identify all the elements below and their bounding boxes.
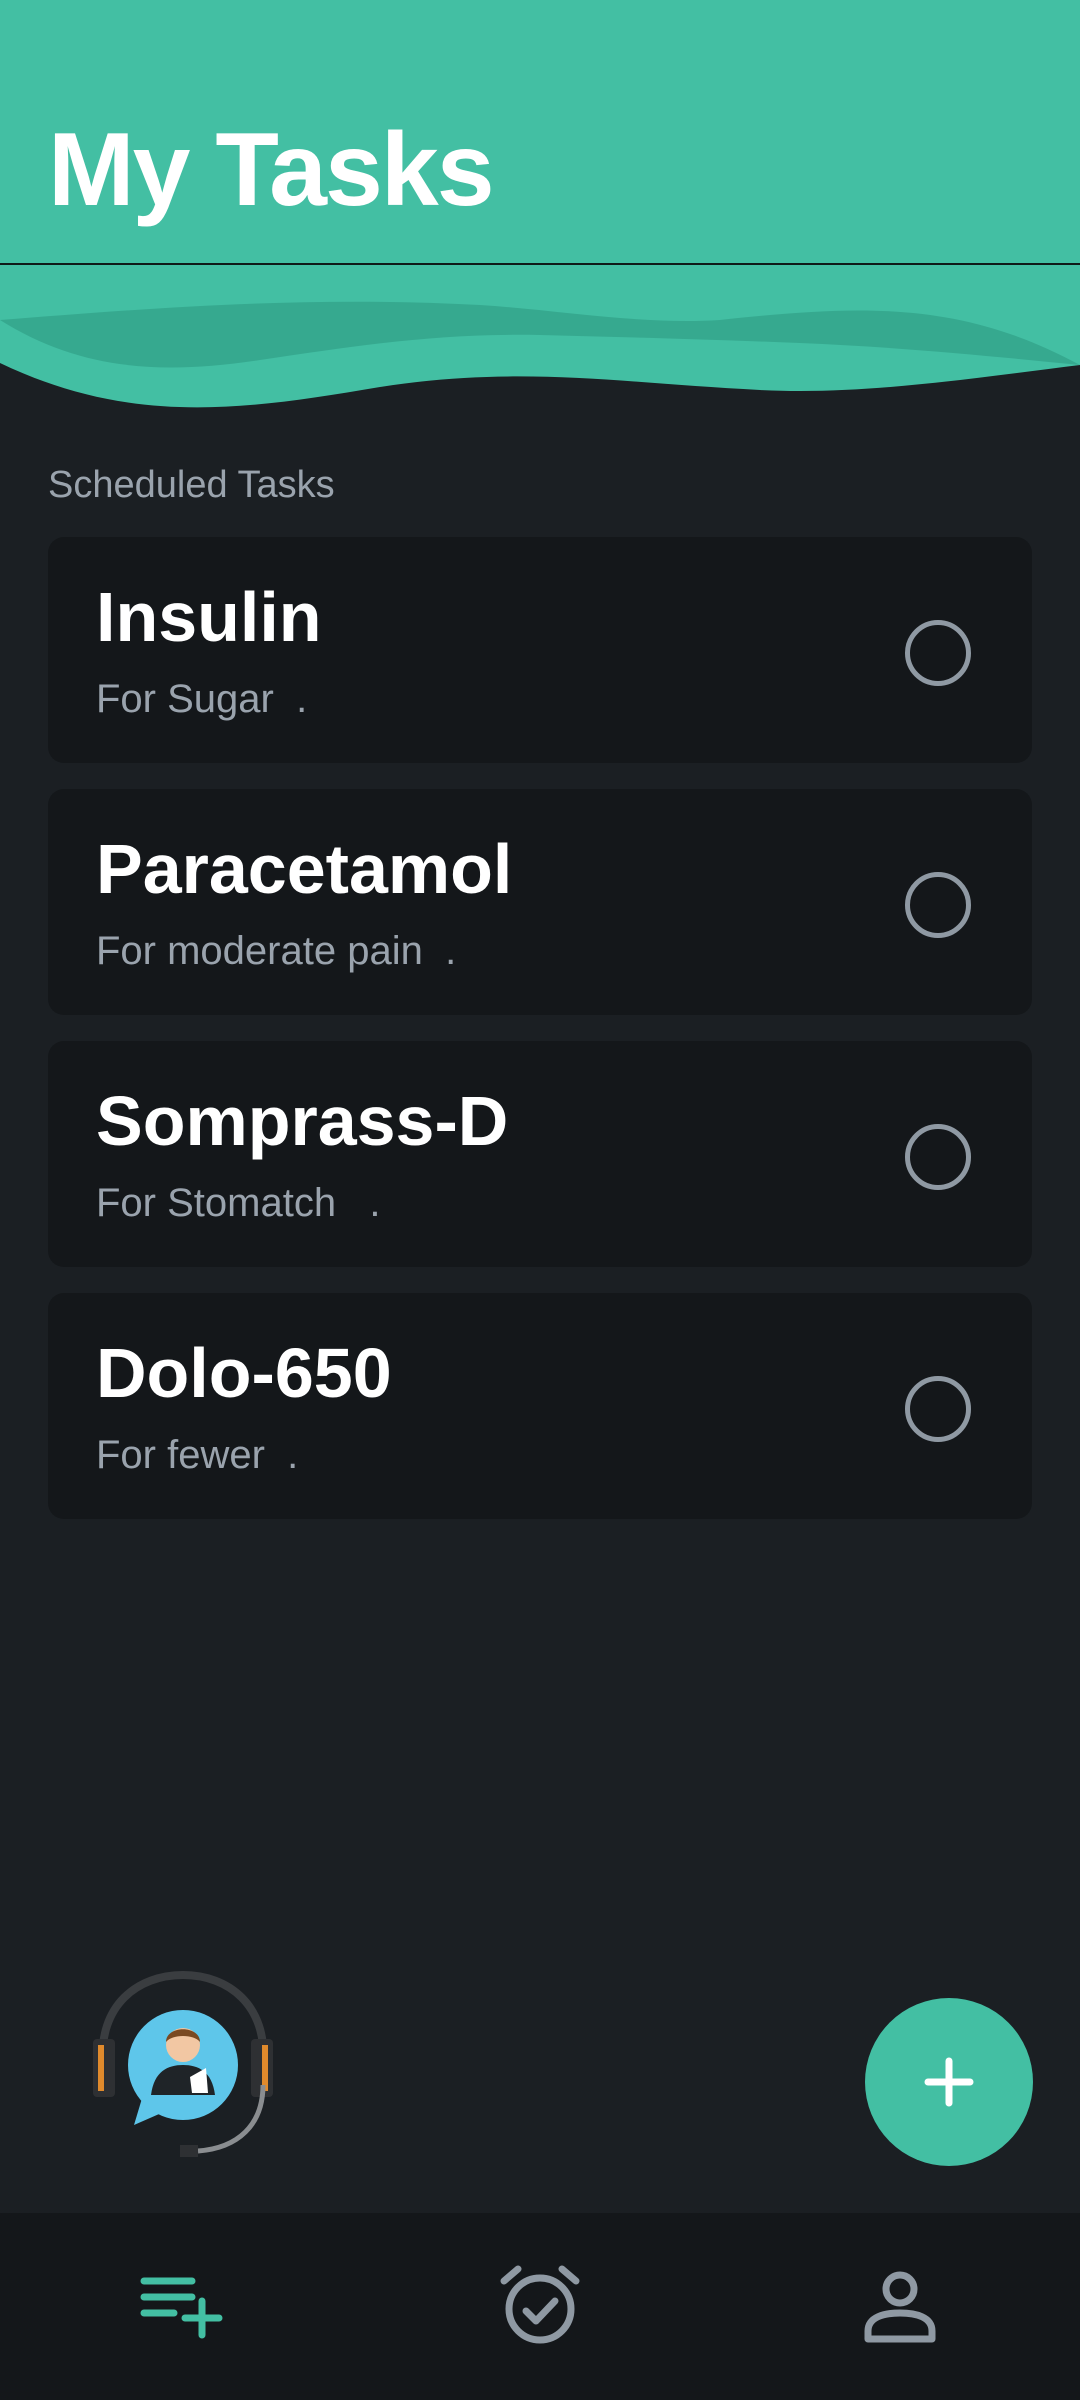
task-card[interactable]: Somprass-D For Stomatch . xyxy=(48,1041,1032,1267)
page-title: My Tasks xyxy=(48,112,495,228)
task-checkbox[interactable] xyxy=(905,620,971,686)
plus-icon xyxy=(924,2057,974,2107)
nav-reminders[interactable] xyxy=(360,2213,720,2400)
task-card[interactable]: Insulin For Sugar . xyxy=(48,537,1032,763)
task-description: For fewer . xyxy=(96,1433,299,1477)
support-chat-icon[interactable] xyxy=(88,1965,278,2165)
task-name: Somprass-D xyxy=(96,1082,509,1160)
nav-profile[interactable] xyxy=(720,2213,1080,2400)
bottom-navigation xyxy=(0,2213,1080,2400)
task-checkbox[interactable] xyxy=(905,1124,971,1190)
task-name: Paracetamol xyxy=(96,830,513,908)
nav-tasks[interactable] xyxy=(0,2213,360,2400)
task-card[interactable]: Dolo-650 For fewer . xyxy=(48,1293,1032,1519)
task-description: For Stomatch . xyxy=(96,1181,381,1225)
alarm-check-icon xyxy=(500,2265,580,2344)
task-checkbox[interactable] xyxy=(905,872,971,938)
add-task-button[interactable] xyxy=(865,1998,1033,2166)
header-wave xyxy=(0,265,1080,408)
section-label: Scheduled Tasks xyxy=(48,464,335,506)
task-name: Insulin xyxy=(96,578,322,656)
task-name: Dolo-650 xyxy=(96,1334,392,1412)
task-description: For moderate pain . xyxy=(96,929,457,973)
task-description: For Sugar . xyxy=(96,677,308,721)
task-checkbox[interactable] xyxy=(905,1376,971,1442)
header: My Tasks xyxy=(0,0,1080,265)
person-icon xyxy=(864,2271,936,2343)
playlist-add-icon xyxy=(140,2277,223,2339)
task-card[interactable]: Paracetamol For moderate pain . xyxy=(48,789,1032,1015)
